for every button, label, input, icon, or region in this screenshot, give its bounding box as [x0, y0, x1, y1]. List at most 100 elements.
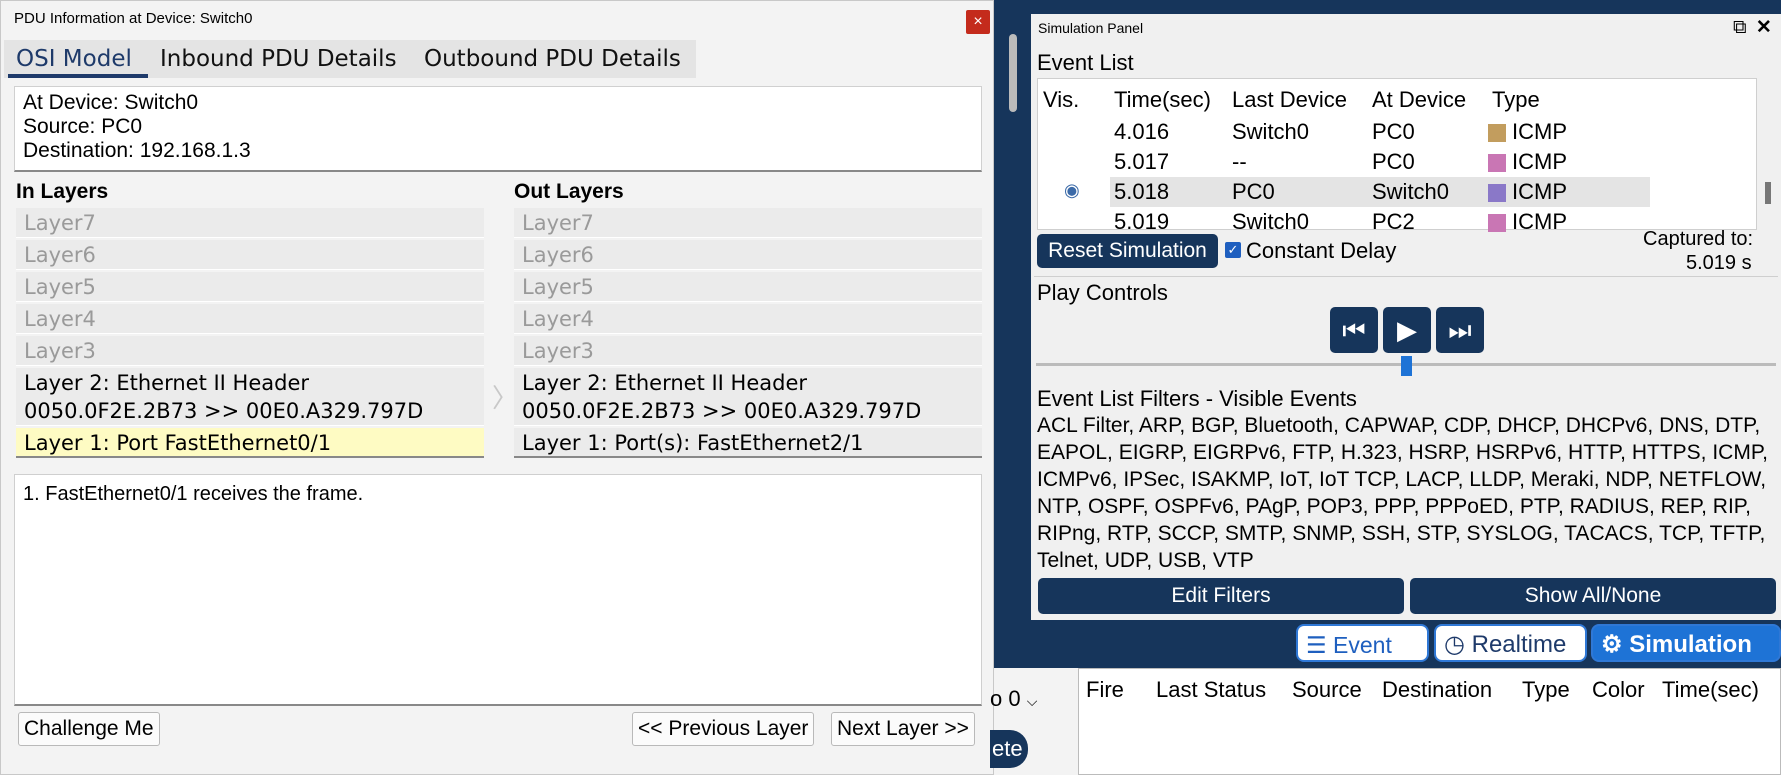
source-text: Source: PC0 [23, 115, 143, 138]
col-time[interactable]: Time(sec) [1662, 677, 1759, 703]
event-list-title: Event List [1037, 50, 1134, 75]
col-color[interactable]: Color [1592, 677, 1645, 703]
out-layer-4[interactable]: Layer4 [514, 304, 982, 334]
close-button[interactable]: × [966, 10, 990, 34]
out-layer-7[interactable]: Layer7 [514, 208, 982, 238]
event-at-device: PC0 [1372, 119, 1415, 144]
in-layer-5[interactable]: Layer5 [16, 272, 484, 302]
tab-osi-model[interactable]: OSI Model [16, 46, 132, 72]
out-layer-6[interactable]: Layer6 [514, 240, 982, 270]
col-source[interactable]: Source [1292, 677, 1362, 703]
in-layer-2-mac: 0050.0F2E.2B73 >> 00E0.A329.797D [24, 399, 424, 423]
event-color-swatch [1488, 124, 1506, 142]
show-all-none-button[interactable]: Show All/None [1410, 578, 1776, 614]
out-layer-2-title: Layer 2: Ethernet II Header [522, 371, 807, 395]
event-time: 5.019 [1114, 209, 1170, 234]
out-layer-5[interactable]: Layer5 [514, 272, 982, 302]
event-at-device: PC2 [1372, 209, 1415, 234]
dialog-title: PDU Information at Device: Switch0 [14, 10, 253, 27]
event-time: 4.016 [1114, 119, 1170, 144]
in-layers-title: In Layers [16, 180, 109, 203]
event-at-device: PC0 [1372, 149, 1415, 174]
col-type[interactable]: Type [1492, 87, 1540, 113]
chevron-down-icon: ⌵ [1026, 693, 1038, 709]
step-back-icon[interactable]: ⏮ [1330, 307, 1378, 353]
challenge-me-button[interactable]: Challenge Me [18, 712, 160, 746]
col-at-device[interactable]: At Device [1372, 87, 1466, 113]
captured-to-value: 5.019 s [1686, 252, 1752, 274]
in-layer-7[interactable]: Layer7 [16, 208, 484, 238]
out-layer-2[interactable]: Layer 2: Ethernet II Header 0050.0F2E.2B… [514, 368, 982, 426]
col-last-device[interactable]: Last Device [1232, 87, 1347, 113]
event-last-device: -- [1232, 149, 1247, 174]
reset-simulation-button[interactable]: Reset Simulation [1037, 234, 1218, 268]
in-layer-6[interactable]: Layer6 [16, 240, 484, 270]
device-info-box: At Device: Switch0 Source: PC0 Destinati… [14, 86, 982, 172]
at-device-text: At Device: Switch0 [23, 91, 199, 114]
event-type: ICMP [1512, 179, 1567, 204]
event-type: ICMP [1512, 149, 1567, 174]
list-icon: ☰ [1306, 632, 1327, 658]
next-layer-button[interactable]: Next Layer >> [831, 712, 975, 746]
event-time: 5.017 [1114, 149, 1170, 174]
col-last-status[interactable]: Last Status [1156, 677, 1266, 703]
in-layer-4[interactable]: Layer4 [16, 304, 484, 334]
out-layer-1[interactable]: Layer 1: Port(s): FastEthernet2/1 [514, 428, 982, 458]
col-time[interactable]: Time(sec) [1114, 87, 1211, 113]
col-type[interactable]: Type [1522, 677, 1570, 703]
constant-delay-checkbox[interactable]: ✓ [1225, 242, 1241, 258]
event-type: ICMP [1512, 209, 1567, 234]
filters-list: ACL Filter, ARP, BGP, Bluetooth, CAPWAP,… [1037, 414, 1768, 572]
simulation-icon: ⚙ [1601, 631, 1623, 658]
out-layer-3[interactable]: Layer3 [514, 336, 982, 366]
realtime-mode-button[interactable]: ◷ Realtime [1434, 624, 1587, 662]
event-last-device: PC0 [1232, 179, 1275, 204]
play-icon[interactable]: ▶ [1383, 307, 1431, 353]
tab-inbound-pdu[interactable]: Inbound PDU Details [160, 46, 397, 72]
eye-icon[interactable]: ◉ [1064, 180, 1080, 201]
destination-text: Destination: 192.168.1.3 [23, 139, 251, 162]
tab-outbound-pdu[interactable]: Outbound PDU Details [424, 46, 681, 72]
step-forward-icon[interactable]: ⏭ [1436, 307, 1484, 353]
scenario-select[interactable]: o 0 ⌵ [990, 686, 1037, 712]
background-scrollbar[interactable] [1009, 34, 1017, 112]
simulation-mode-button[interactable]: ⚙ Simulation [1591, 624, 1781, 662]
clock-icon: ◷ [1444, 631, 1465, 658]
in-layer-2[interactable]: Layer 2: Ethernet II Header 0050.0F2E.2B… [16, 368, 484, 426]
constant-delay-label: Constant Delay [1246, 238, 1397, 263]
scenario-select-value: o 0 [990, 686, 1021, 711]
panel-window-controls: ⧉ ✕ [1733, 16, 1772, 39]
previous-layer-button[interactable]: << Previous Layer [632, 712, 815, 746]
event-at-device: Switch0 [1372, 179, 1450, 204]
col-fire[interactable]: Fire [1086, 677, 1124, 703]
event-color-swatch [1488, 154, 1506, 172]
close-icon[interactable]: ✕ [1756, 17, 1772, 38]
restore-icon[interactable]: ⧉ [1733, 17, 1747, 38]
event-table: Vis. Time(sec) Last Device At Device Typ… [1037, 78, 1757, 234]
description-text: 1. FastEthernet0/1 receives the frame. [23, 483, 364, 505]
out-layer-2-mac: 0050.0F2E.2B73 >> 00E0.A329.797D [522, 399, 922, 423]
col-vis[interactable]: Vis. [1043, 87, 1079, 113]
panel-title: Simulation Panel [1038, 20, 1144, 36]
play-speed-slider-thumb[interactable] [1401, 356, 1412, 376]
col-destination[interactable]: Destination [1382, 677, 1492, 703]
event-last-device: Switch0 [1232, 119, 1310, 144]
tab-bar: OSI Model Inbound PDU Details Outbound P… [4, 40, 696, 78]
event-color-swatch [1488, 184, 1506, 202]
in-layer-3[interactable]: Layer3 [16, 336, 484, 366]
event-type: ICMP [1512, 119, 1567, 144]
edit-filters-button[interactable]: Edit Filters [1038, 578, 1404, 614]
captured-to-label: Captured to: [1643, 228, 1754, 250]
delete-button[interactable]: ete [990, 730, 1028, 768]
simulation-mode-label: Simulation [1629, 631, 1752, 658]
realtime-mode-label: Realtime [1471, 631, 1567, 658]
out-layers-title: Out Layers [514, 180, 624, 203]
event-color-swatch [1488, 214, 1506, 232]
event-time: 5.018 [1114, 179, 1170, 204]
event-list-scrollbar[interactable] [1765, 182, 1771, 204]
play-controls-title: Play Controls [1037, 280, 1168, 305]
active-tab-indicator [8, 74, 148, 78]
event-list-mode-button[interactable]: ☰ Event List [1296, 624, 1429, 696]
description-box: 1. FastEthernet0/1 receives the frame. [14, 474, 982, 706]
in-layer-1[interactable]: Layer 1: Port FastEthernet0/1 [16, 428, 484, 458]
